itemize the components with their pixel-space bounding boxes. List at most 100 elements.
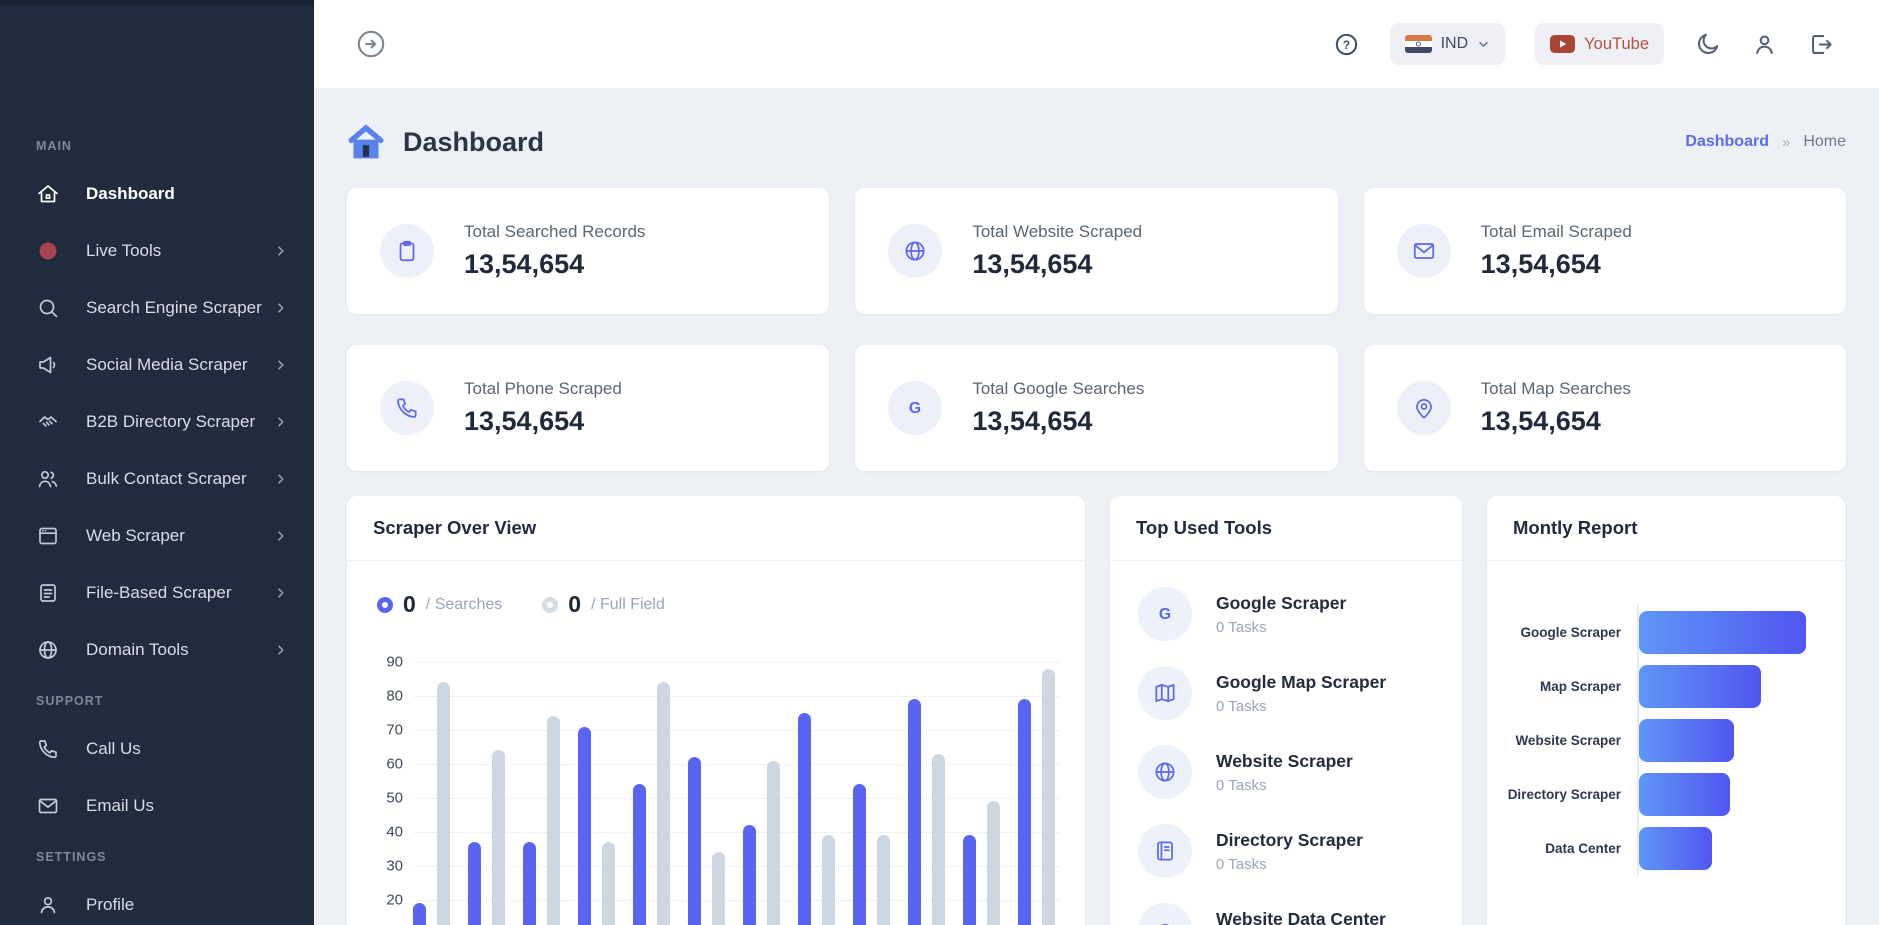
bar-full-field xyxy=(657,682,670,925)
panels-row: Scraper Over View 0/ Searches0/ Full Fie… xyxy=(347,496,1846,925)
legend-item: 0/ Searches xyxy=(377,591,502,618)
dark-mode-toggle[interactable] xyxy=(1694,31,1721,58)
bar-group xyxy=(578,727,615,925)
stat-label: Total Website Scraped xyxy=(972,222,1142,242)
stat-card: Total Map Searches13,54,654 xyxy=(1364,345,1846,471)
sidebar-item-file-based-scraper[interactable]: File-Based Scraper xyxy=(0,564,314,621)
app-root: MAINDashboardLive ToolsSearch Engine Scr… xyxy=(0,0,1879,925)
globe-icon xyxy=(888,224,942,278)
breadcrumb-current[interactable]: Dashboard xyxy=(1685,133,1769,151)
youtube-icon xyxy=(1550,35,1575,53)
chevron-right-icon xyxy=(274,643,288,657)
megaphone-icon xyxy=(36,353,60,377)
tool-item-website-data-center[interactable]: GWebsite Data Center0 Tasks xyxy=(1138,903,1434,925)
india-flag-icon xyxy=(1405,35,1432,53)
phone-icon xyxy=(36,737,60,761)
chevron-right-icon xyxy=(274,529,288,543)
sidebar-item-email-us[interactable]: Email Us xyxy=(0,777,314,834)
y-axis-tick-label: 30 xyxy=(365,858,403,875)
monthly-bar xyxy=(1639,719,1734,762)
sidebar-item-live-tools[interactable]: Live Tools xyxy=(0,222,314,279)
google-icon: G xyxy=(1138,903,1192,925)
help-button[interactable]: ? xyxy=(1333,31,1360,58)
language-selector[interactable]: IND xyxy=(1390,23,1506,65)
stat-value: 13,54,654 xyxy=(464,406,622,437)
breadcrumb-home[interactable]: Home xyxy=(1803,133,1846,151)
bar-group xyxy=(798,713,835,925)
monthly-bar xyxy=(1639,665,1761,708)
legend-label: / Full Field xyxy=(591,596,665,614)
page-title-row: Dashboard Dashboard » Home xyxy=(347,120,1846,164)
tool-task-count: 0 Tasks xyxy=(1216,856,1363,873)
bar-group xyxy=(413,682,450,925)
monthly-bar-chart: Google ScraperMap ScraperWebsite Scraper… xyxy=(1487,561,1845,875)
monthly-bar-area xyxy=(1637,713,1821,767)
sidebar-item-domain-tools[interactable]: Domain Tools xyxy=(0,621,314,678)
y-axis-tick-label: 70 xyxy=(365,722,403,739)
bar-group xyxy=(908,699,945,925)
handshake-icon xyxy=(36,410,60,434)
chart-legend: 0/ Searches 0/ Full Field xyxy=(347,561,1085,622)
monthly-bar xyxy=(1639,611,1806,654)
stat-card: GTotal Google Searches13,54,654 xyxy=(855,345,1337,471)
sidebar-item-web-scraper[interactable]: Web Scraper xyxy=(0,507,314,564)
sidebar-item-dashboard[interactable]: Dashboard xyxy=(0,165,314,222)
home-icon xyxy=(347,124,385,160)
bar-full-field xyxy=(767,761,780,925)
mail-icon xyxy=(36,794,60,818)
sidebar-section-label: SETTINGS xyxy=(0,834,314,876)
monthly-report-panel: Montly Report Google ScraperMap ScraperW… xyxy=(1487,496,1845,925)
stat-value: 13,54,654 xyxy=(972,249,1142,280)
svg-text:?: ? xyxy=(1342,38,1349,52)
bar-searches xyxy=(798,713,811,925)
breadcrumb-separator: » xyxy=(1782,134,1790,151)
red-dot-icon xyxy=(36,239,60,263)
sidebar-item-call-us[interactable]: Call Us xyxy=(0,720,314,777)
monthly-bar-row: Map Scraper xyxy=(1495,659,1821,713)
sidebar-item-social-media-scraper[interactable]: Social Media Scraper xyxy=(0,336,314,393)
tool-item-google-scraper[interactable]: GGoogle Scraper0 Tasks xyxy=(1138,587,1434,641)
search-icon xyxy=(36,296,60,320)
monthly-bar-label: Data Center xyxy=(1495,841,1637,856)
tool-item-directory-scraper[interactable]: Directory Scraper0 Tasks xyxy=(1138,824,1434,878)
tool-item-website-scraper[interactable]: Website Scraper0 Tasks xyxy=(1138,745,1434,799)
bar-group xyxy=(1018,669,1055,925)
logout-button[interactable] xyxy=(1808,31,1835,58)
profile-button[interactable] xyxy=(1751,31,1778,58)
sidebar-item-profile[interactable]: Profile xyxy=(0,876,314,925)
bar-searches xyxy=(523,842,536,925)
tool-item-google-map-scraper[interactable]: Google Map Scraper0 Tasks xyxy=(1138,666,1434,720)
bar-full-field xyxy=(987,801,1000,925)
stat-card: Total Searched Records13,54,654 xyxy=(347,188,829,314)
legend-item: 0/ Full Field xyxy=(542,591,665,618)
y-axis-tick-label: 90 xyxy=(365,654,403,671)
legend-label: / Searches xyxy=(426,596,502,614)
stat-value: 13,54,654 xyxy=(1481,249,1632,280)
tool-task-count: 0 Tasks xyxy=(1216,698,1386,715)
youtube-button[interactable]: YouTube xyxy=(1535,23,1664,65)
bar-group xyxy=(688,757,725,925)
header-actions: ? IND YouTube xyxy=(1333,23,1835,65)
sidebar: MAINDashboardLive Tools Search Engine Scr… xyxy=(0,0,314,925)
sidebar-section-label: MAIN xyxy=(0,123,314,165)
sidebar-item-label: File-Based Scraper xyxy=(86,583,274,603)
circle-arrow-right-icon xyxy=(354,49,388,64)
main-column: ? IND YouTube Dashboard xyxy=(314,0,1879,925)
stat-label: Total Phone Scraped xyxy=(464,379,622,399)
bar-full-field xyxy=(437,682,450,925)
bar-searches xyxy=(908,699,921,925)
sidebar-toggle-button[interactable] xyxy=(354,27,388,61)
sidebar-item-bulk-contact-scraper[interactable]: Bulk Contact Scraper xyxy=(0,450,314,507)
bar-group xyxy=(963,801,1000,925)
top-header: ? IND YouTube xyxy=(314,0,1879,88)
stat-label: Total Email Scraped xyxy=(1481,222,1632,242)
sidebar-item-b2b-directory-scraper[interactable]: B2B Directory Scraper xyxy=(0,393,314,450)
bar-searches xyxy=(853,784,866,925)
sidebar-item-search-engine-scraper[interactable]: Search Engine Scraper xyxy=(0,279,314,336)
top-used-tools-panel: Top Used Tools GGoogle Scraper0 TasksGoo… xyxy=(1110,496,1462,925)
bar-full-field xyxy=(547,716,560,925)
bar-group xyxy=(523,716,560,925)
sidebar-section-label: SUPPORT xyxy=(0,678,314,720)
moon-icon xyxy=(1694,31,1721,58)
sidebar-item-label: Search Engine Scraper xyxy=(86,298,274,318)
